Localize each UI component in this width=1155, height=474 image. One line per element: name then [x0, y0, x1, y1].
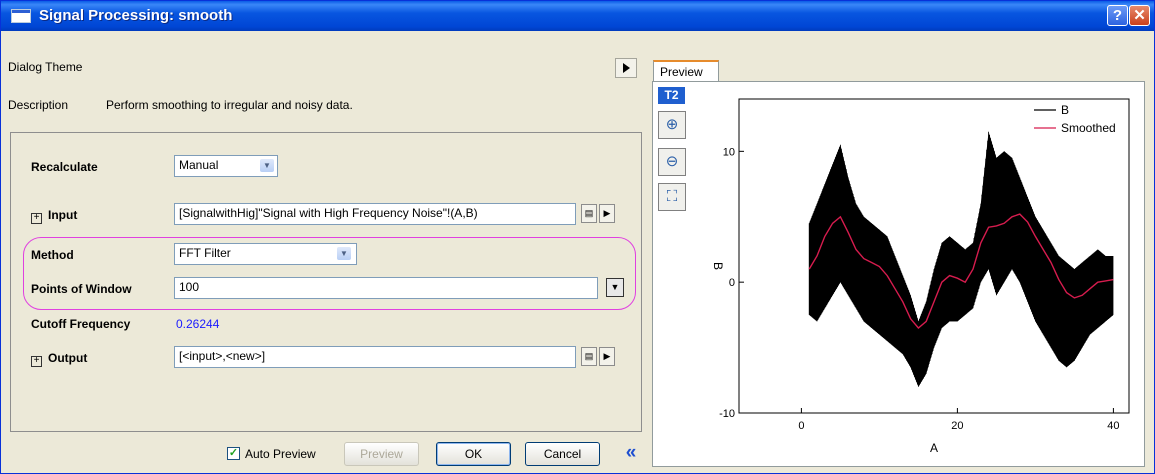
x-axis-label: A: [930, 441, 938, 455]
cutoff-frequency-value: 0.26244: [176, 317, 220, 331]
output-label[interactable]: + Output: [31, 351, 87, 367]
zoom-in-icon[interactable]: ⊕: [658, 111, 686, 139]
expand-icon[interactable]: +: [31, 213, 42, 224]
plot-frame: [738, 98, 1130, 414]
description-text: Perform smoothing to irregular and noisy…: [106, 98, 353, 112]
help-icon[interactable]: ?: [1107, 5, 1128, 26]
method-value: FFT Filter: [179, 246, 231, 260]
output-label-text: Output: [48, 351, 88, 365]
method-label: Method: [31, 248, 74, 262]
input-menu-icon[interactable]: ▶: [599, 204, 615, 223]
auto-preview-label: Auto Preview: [245, 447, 316, 461]
dialog-theme-label: Dialog Theme: [8, 60, 83, 74]
rescale-icon[interactable]: ⛶: [658, 183, 686, 211]
x-tick-label: 20: [951, 420, 963, 432]
input-field[interactable]: [SignalwithHig]"Signal with High Frequen…: [174, 203, 576, 225]
signal-processing-dialog: Signal Processing: smooth ? ✕ Dialog The…: [0, 0, 1155, 474]
select-range-icon[interactable]: ▤: [581, 347, 597, 366]
auto-preview-checkbox[interactable]: ✓: [227, 447, 240, 460]
window-icon: [11, 9, 31, 23]
right-triangle-icon: [623, 63, 630, 73]
y-tick-label: 10: [723, 146, 735, 158]
dialog-theme-button[interactable]: [615, 58, 637, 78]
recalculate-label: Recalculate: [31, 160, 98, 174]
method-select[interactable]: FFT Filter ▼: [174, 243, 357, 265]
window-title: Signal Processing: smooth: [39, 7, 233, 24]
y-axis-label: B: [711, 262, 725, 270]
cancel-button[interactable]: Cancel: [525, 442, 600, 466]
input-label-text: Input: [48, 208, 78, 222]
y-tick-label: -10: [719, 408, 735, 420]
expand-icon[interactable]: +: [31, 356, 42, 367]
legend: B Smoothed: [1034, 103, 1116, 135]
preview-chart: 0 20 40 -10 0 10 A B B Smoothed: [711, 98, 1130, 455]
preview-button[interactable]: Preview: [344, 442, 419, 466]
legend-label-smoothed: Smoothed: [1061, 121, 1116, 135]
points-of-window-input[interactable]: 100: [174, 277, 598, 299]
title-bar[interactable]: Signal Processing: smooth ? ✕: [1, 1, 1154, 31]
input-label[interactable]: + Input: [31, 208, 77, 224]
tab-preview[interactable]: Preview: [653, 60, 719, 82]
output-field[interactable]: [<input>,<new>]: [174, 346, 576, 368]
points-of-window-label: Points of Window: [31, 282, 132, 296]
graph-badge: T2: [658, 87, 685, 104]
recalculate-value: Manual: [179, 158, 219, 172]
output-menu-icon[interactable]: ▶: [599, 347, 615, 366]
close-icon[interactable]: ✕: [1129, 5, 1150, 26]
cutoff-frequency-label: Cutoff Frequency: [31, 317, 131, 331]
chevron-down-icon: ▼: [337, 247, 351, 260]
legend-label-b: B: [1061, 103, 1069, 117]
chevron-down-icon: ▼: [260, 159, 274, 172]
ok-button[interactable]: OK: [436, 442, 511, 466]
recalculate-select[interactable]: Manual ▼: [174, 155, 278, 177]
select-range-icon[interactable]: ▤: [581, 204, 597, 223]
y-tick-label: 0: [729, 277, 735, 289]
description-label: Description: [8, 98, 69, 112]
collapse-icon[interactable]: «: [619, 442, 643, 466]
points-dropdown-icon[interactable]: ▼: [606, 278, 624, 297]
zoom-out-icon[interactable]: ⊖: [658, 148, 686, 176]
x-tick-label: 40: [1107, 420, 1119, 432]
x-tick-label: 0: [798, 420, 804, 432]
